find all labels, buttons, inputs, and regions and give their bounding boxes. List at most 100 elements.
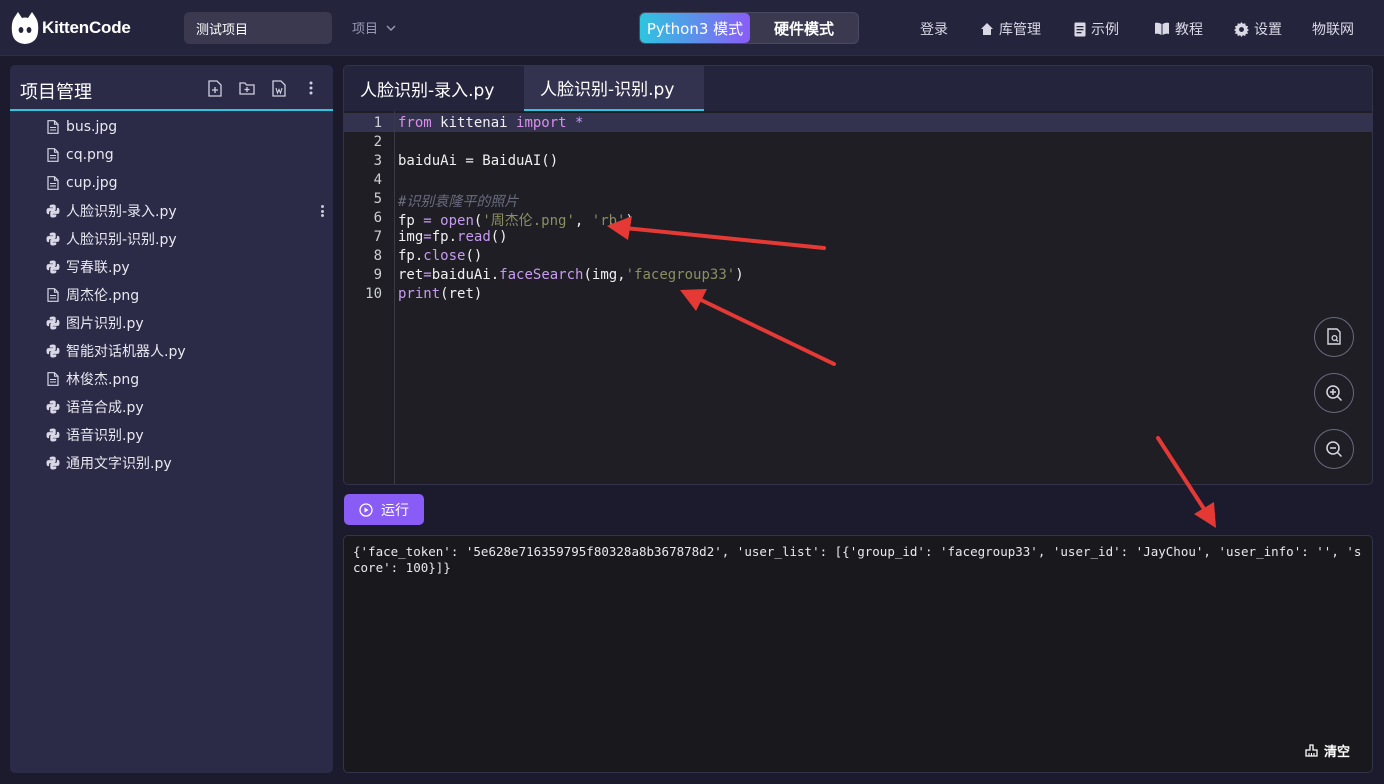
file-name: 语音识别.py [66, 428, 144, 444]
file-item[interactable]: 图片识别.py [10, 309, 333, 337]
tab-face-enroll[interactable]: 人脸识别-录入.py [344, 66, 524, 111]
home-icon [981, 23, 993, 35]
file-name: 写春联.py [66, 260, 130, 276]
file-icon [46, 147, 60, 163]
top-bar: KittenCode 项目 Python3 模式 硬件模式 登录 库管理 示例 … [0, 0, 1384, 56]
code-editor: 人脸识别-录入.py 人脸识别-识别.py 1 2 3 4 5 6 7 8 9 10 from k… [343, 65, 1373, 485]
sidebar-toolbar [207, 79, 319, 97]
file-item[interactable]: 林俊杰.png [10, 365, 333, 393]
code-line-9: ret=baiduAi.faceSearch(img,'facegroup33'… [398, 267, 744, 283]
python-file-icon [46, 343, 60, 359]
nav-iot[interactable]: 物联网 [1312, 19, 1354, 39]
nav-examples[interactable]: 示例 [1074, 19, 1119, 39]
nav-login[interactable]: 登录 [920, 19, 948, 39]
editor-tabs: 人脸识别-录入.py 人脸识别-识别.py [344, 66, 1372, 111]
file-name: 通用文字识别.py [66, 456, 172, 472]
file-item[interactable]: 语音合成.py [10, 393, 333, 421]
line-number: 6 [373, 210, 382, 226]
line-number: 8 [373, 248, 382, 264]
file-item[interactable]: cup.jpg [10, 169, 333, 197]
nav-iot-label: 物联网 [1312, 22, 1354, 38]
nav-tutorial[interactable]: 教程 [1154, 19, 1203, 39]
tab-face-recognize[interactable]: 人脸识别-识别.py [524, 66, 704, 111]
logo-text: KittenCode [42, 18, 131, 37]
line-number: 4 [373, 172, 382, 188]
python-file-icon [46, 315, 60, 331]
nav-settings-label: 设置 [1254, 22, 1282, 38]
output-console: {'face_token': '5e628e716359795f80328a8b… [343, 535, 1373, 773]
more-vertical-icon[interactable] [303, 79, 319, 97]
file-name: 语音合成.py [66, 400, 144, 416]
code-area[interactable]: 1 2 3 4 5 6 7 8 9 10 from kittenai import * baidu… [344, 111, 1372, 484]
code-line-6: fp = open('周杰伦.png', 'rb') [398, 213, 634, 229]
line-number: 7 [373, 229, 382, 245]
file-name: 人脸识别-识别.py [66, 232, 177, 248]
line-number: 3 [373, 153, 382, 169]
zoom-in-icon [1326, 385, 1343, 402]
search-document-icon [1327, 328, 1341, 345]
project-menu[interactable]: 项目 [352, 18, 396, 37]
python-file-icon [46, 203, 60, 219]
python-file-icon [46, 231, 60, 247]
nav-library-label: 库管理 [999, 22, 1041, 38]
code-line-7: img=fp.read() [398, 229, 508, 245]
python-file-icon [46, 399, 60, 415]
file-item[interactable]: 人脸识别-识别.py [10, 225, 333, 253]
file-item[interactable]: bus.jpg [10, 113, 333, 141]
app-logo[interactable]: KittenCode [10, 8, 131, 48]
file-name: bus.jpg [66, 119, 118, 135]
file-name: 人脸识别-录入.py [66, 204, 177, 220]
file-name: 智能对话机器人.py [66, 344, 186, 360]
file-icon [46, 371, 60, 387]
format-code-button[interactable] [1314, 317, 1354, 357]
zoom-in-button[interactable] [1314, 373, 1354, 413]
file-item[interactable]: 人脸识别-录入.py [10, 197, 333, 225]
file-item[interactable]: 写春联.py [10, 253, 333, 281]
upload-file-icon[interactable] [271, 79, 287, 97]
file-item[interactable]: 周杰伦.png [10, 281, 333, 309]
file-icon [46, 119, 60, 135]
file-item[interactable]: 通用文字识别.py [10, 449, 333, 477]
code-line-3: baiduAi = BaiduAI() [398, 153, 559, 169]
line-number: 5 [373, 191, 382, 207]
nav-login-label: 登录 [920, 22, 948, 38]
project-sidebar: 项目管理 bus.jpg cq.png cup.jpg 人脸识别-录入.py 人脸识别-… [10, 65, 333, 773]
line-number: 2 [373, 134, 382, 150]
python-file-icon [46, 427, 60, 443]
code-line-1: from kittenai import * [398, 115, 584, 131]
nav-tutorial-label: 教程 [1175, 22, 1203, 38]
file-item[interactable]: 语音识别.py [10, 421, 333, 449]
file-name: 周杰伦.png [66, 288, 140, 304]
nav-library[interactable]: 库管理 [980, 19, 1041, 39]
zoom-out-button[interactable] [1314, 429, 1354, 469]
file-name: cup.jpg [66, 175, 118, 191]
file-item[interactable]: 智能对话机器人.py [10, 337, 333, 365]
python-file-icon [46, 259, 60, 275]
run-button[interactable]: 运行 [344, 494, 424, 525]
clear-output-button[interactable]: 清空 [1305, 741, 1350, 760]
output-text: {'face_token': '5e628e716359795f80328a8b… [353, 544, 1362, 575]
nav-examples-label: 示例 [1091, 22, 1119, 38]
document-icon [1074, 22, 1086, 36]
gear-icon [1234, 21, 1249, 37]
file-icon [46, 287, 60, 303]
zoom-out-icon [1326, 441, 1343, 458]
code-line-10: print(ret) [398, 286, 483, 302]
python-file-icon [46, 455, 60, 471]
line-number: 1 [373, 115, 382, 131]
python-mode-button[interactable]: Python3 模式 [640, 13, 750, 43]
code-line-5: #识别袁隆平的照片 [398, 194, 519, 210]
play-circle-icon [359, 502, 373, 517]
nav-settings[interactable]: 设置 [1234, 19, 1282, 39]
new-file-icon[interactable] [207, 79, 223, 97]
project-name-input[interactable] [184, 12, 332, 44]
project-menu-label: 项目 [352, 22, 379, 37]
clear-output-label: 清空 [1323, 745, 1350, 760]
sidebar-header: 项目管理 [10, 65, 333, 111]
file-item[interactable]: cq.png [10, 141, 333, 169]
file-more-icon[interactable] [317, 203, 327, 219]
new-folder-icon[interactable] [239, 79, 255, 97]
hardware-mode-button[interactable]: 硬件模式 [750, 13, 858, 43]
kitten-logo-icon [11, 12, 39, 44]
broom-icon [1305, 744, 1318, 757]
